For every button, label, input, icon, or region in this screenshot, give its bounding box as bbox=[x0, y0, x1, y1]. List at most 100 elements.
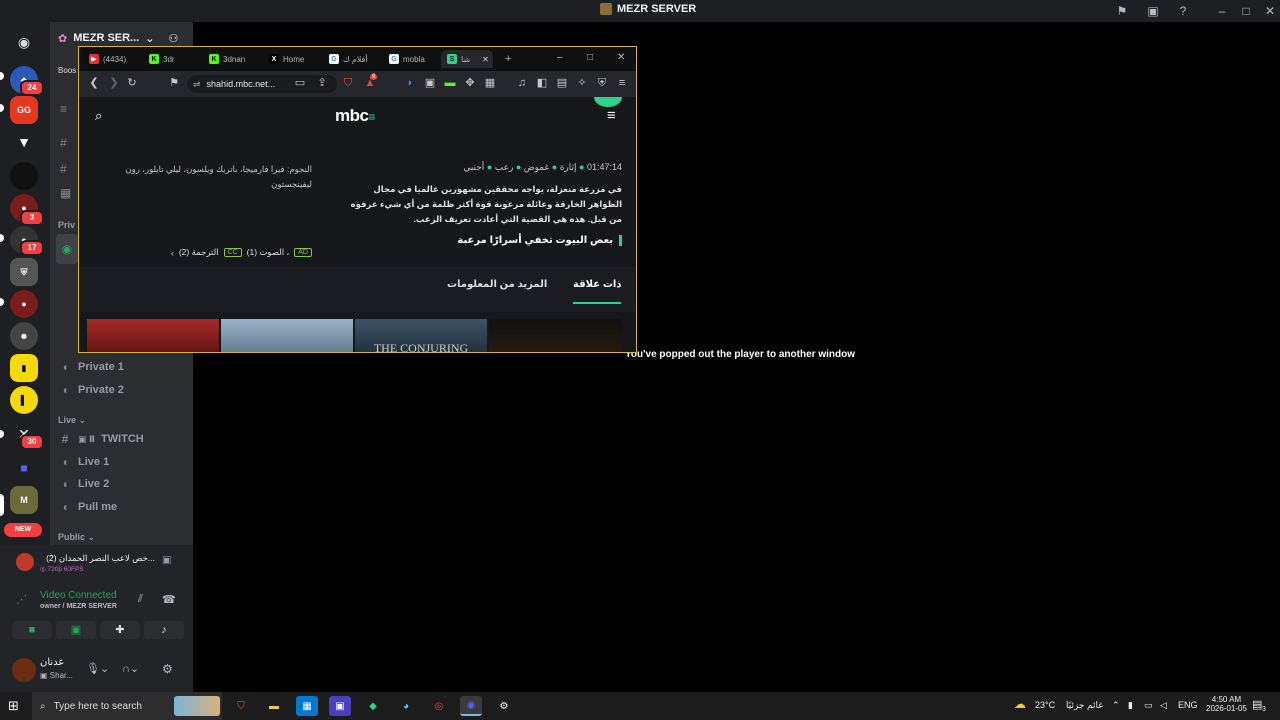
noise-suppression-icon[interactable]: ⫽ bbox=[138, 593, 143, 606]
boost-goal[interactable]: Boos bbox=[58, 66, 76, 75]
tab-shahid-active[interactable]: S شا ✕ bbox=[441, 50, 493, 68]
windows-start-icon[interactable]: ⊞ bbox=[8, 698, 19, 714]
wallet-icon[interactable]: ▤ bbox=[555, 76, 569, 90]
weather-temp[interactable]: 23°C bbox=[1035, 700, 1055, 710]
tab-kick-2[interactable]: K 3dnan bbox=[203, 50, 259, 68]
server-icon-mezr[interactable]: M bbox=[10, 486, 38, 514]
cast-icon[interactable]: ▭ bbox=[293, 76, 307, 90]
weather-desc[interactable]: غائم جزئيًا bbox=[1066, 700, 1103, 711]
extension-3-icon[interactable]: ▦ bbox=[483, 76, 497, 90]
inbox-flag-icon[interactable]: ⚑ bbox=[1114, 3, 1130, 19]
app-icon-2[interactable]: ◆ bbox=[362, 696, 384, 716]
share-icon[interactable]: ⇪ bbox=[315, 76, 329, 90]
extension-1-icon[interactable]: ◗ bbox=[403, 76, 417, 90]
app-icon-3[interactable]: ◎ bbox=[428, 696, 450, 716]
audio-subtitle-info[interactable]: ‹ الترجمة (2) CC الصوت (1) ، AD bbox=[159, 247, 312, 258]
category-live[interactable]: Live ⌄ bbox=[58, 415, 86, 426]
inbox-icon[interactable]: ▣ bbox=[1145, 3, 1161, 19]
extension-kick-icon[interactable]: ▬ bbox=[443, 76, 457, 90]
minimize-icon[interactable]: – bbox=[1214, 3, 1230, 19]
related-thumbnail[interactable] bbox=[489, 319, 621, 352]
server-icon-yellow[interactable]: ▮ bbox=[10, 354, 38, 382]
user-avatar[interactable] bbox=[12, 658, 36, 682]
window-maximize-icon[interactable]: □ bbox=[587, 52, 593, 63]
bookmark-icon[interactable]: ⚑ bbox=[167, 76, 181, 90]
camera-button[interactable]: ■ bbox=[12, 621, 52, 639]
microphone-icon[interactable]: 🎙︎⌄ bbox=[86, 662, 109, 675]
server-icon-gg[interactable]: GG bbox=[10, 96, 38, 124]
server-icon-ittihad[interactable]: ▌ bbox=[10, 386, 38, 414]
network-icon[interactable]: ▭ bbox=[1144, 700, 1153, 711]
tab-google-2[interactable]: Gmobla bbox=[383, 50, 439, 68]
extensions-puzzle-icon[interactable]: ✥ bbox=[463, 76, 477, 90]
screenshare-button[interactable]: ▣ bbox=[56, 621, 96, 639]
input-language[interactable]: ENG bbox=[1178, 700, 1198, 710]
tab-kick-1[interactable]: K 3dr bbox=[143, 50, 195, 68]
notification-icon[interactable]: ▤ bbox=[1252, 698, 1262, 711]
events-icon[interactable]: ≡ bbox=[60, 102, 67, 116]
file-explorer-icon[interactable]: ▬ bbox=[263, 696, 285, 716]
brave-taskbar-icon[interactable]: ⛉ bbox=[230, 696, 252, 716]
voice-status[interactable]: Video Connected bbox=[40, 590, 117, 601]
tab-youtube[interactable]: ▶ (4434) bbox=[83, 50, 139, 68]
tab-close-icon[interactable]: ✕ bbox=[482, 55, 489, 64]
stop-stream-icon[interactable]: ▣ bbox=[162, 555, 171, 566]
server-icon-babo[interactable]: ☻ bbox=[10, 322, 38, 350]
hash-icon[interactable]: # bbox=[60, 136, 67, 150]
headphones-icon[interactable]: ∩⌄ bbox=[122, 662, 139, 675]
reload-icon[interactable]: ↻ bbox=[125, 76, 139, 90]
hash-icon[interactable]: # bbox=[60, 162, 67, 176]
tab-more-info[interactable]: المزيد من المعلومات bbox=[447, 279, 547, 290]
volume-icon[interactable]: ◁ bbox=[1160, 700, 1167, 711]
extension-2-icon[interactable]: ▣ bbox=[423, 76, 437, 90]
related-thumbnail[interactable] bbox=[87, 319, 219, 352]
related-thumbnail-conjuring[interactable]: THE CONJURING bbox=[355, 319, 487, 352]
leo-ai-icon[interactable]: ✧ bbox=[575, 76, 589, 90]
activities-button[interactable]: ✚ bbox=[100, 621, 140, 639]
settings-gear-icon[interactable]: ⚙ bbox=[162, 662, 173, 676]
stream-title[interactable]: ...خص لاعب النصر الحمدان (2) bbox=[40, 553, 155, 564]
mic-tray-icon[interactable]: ▮ bbox=[1128, 700, 1133, 711]
menu-icon[interactable]: ≡ bbox=[615, 76, 629, 90]
hamburger-menu-icon[interactable]: ≡ bbox=[607, 107, 616, 124]
maximize-icon[interactable]: □ bbox=[1238, 3, 1254, 19]
tab-google-1[interactable]: G أفلام ك bbox=[323, 50, 379, 68]
tray-chevron-icon[interactable]: ⌃ bbox=[1112, 700, 1120, 711]
search-highlight-image[interactable] bbox=[174, 696, 220, 716]
weather-icon[interactable]: ☁ bbox=[1014, 697, 1026, 711]
discord-taskbar-icon[interactable]: ◉ bbox=[460, 696, 482, 716]
soundboard-button[interactable]: ♪ bbox=[144, 621, 184, 639]
server-icon-triangle[interactable]: ▼ bbox=[10, 128, 38, 156]
voice-active-icon[interactable]: ◉ bbox=[56, 234, 78, 264]
category-private[interactable]: Priv bbox=[58, 220, 75, 230]
tab-related[interactable]: ذات علاقة bbox=[573, 279, 622, 304]
close-icon[interactable]: ✕ bbox=[1262, 3, 1278, 19]
mbc-shahid-logo[interactable]: mbc≡ bbox=[335, 106, 375, 126]
window-close-icon[interactable]: ✕ bbox=[617, 52, 625, 63]
app-icon-1[interactable]: ▣ bbox=[329, 696, 351, 716]
voice-channel-live-2[interactable]: ◖ Live 2 bbox=[58, 474, 109, 494]
tab-x-home[interactable]: X Home bbox=[263, 50, 319, 68]
disconnect-icon[interactable]: ☎ bbox=[162, 593, 176, 606]
store-icon[interactable]: ▦ bbox=[296, 696, 318, 716]
profile-avatar[interactable] bbox=[594, 97, 622, 107]
voice-location[interactable]: owner / MEZR SERVER bbox=[40, 603, 117, 610]
window-minimize-icon[interactable]: – bbox=[557, 52, 563, 63]
server-icon-dark[interactable] bbox=[10, 162, 38, 190]
steam-icon[interactable]: ◕ bbox=[395, 696, 417, 716]
username[interactable]: عدنان bbox=[40, 657, 64, 668]
search-icon[interactable]: ⌕ bbox=[95, 108, 102, 124]
text-channel-twitch[interactable]: # ▣ Ⅱ TWITCH bbox=[58, 429, 144, 449]
vpn-icon[interactable]: ⛨ bbox=[595, 76, 609, 90]
server-icon-red[interactable]: ● bbox=[10, 290, 38, 318]
voice-channel-private-2[interactable]: ◖ Private 2 bbox=[58, 380, 124, 400]
server-icon-shield[interactable]: ⛨ bbox=[10, 258, 38, 286]
media-icon[interactable]: ♫ bbox=[515, 76, 529, 90]
category-public[interactable]: Public ⌄ bbox=[58, 532, 95, 543]
related-thumbnail[interactable] bbox=[221, 319, 353, 352]
voice-channel-live-1[interactable]: ◖ Live 1 bbox=[58, 452, 109, 472]
new-tab-button[interactable]: + bbox=[499, 50, 511, 68]
help-icon[interactable]: ? bbox=[1175, 3, 1191, 19]
back-icon[interactable]: ❮ bbox=[87, 76, 101, 90]
forward-icon[interactable]: ❯ bbox=[107, 76, 121, 90]
